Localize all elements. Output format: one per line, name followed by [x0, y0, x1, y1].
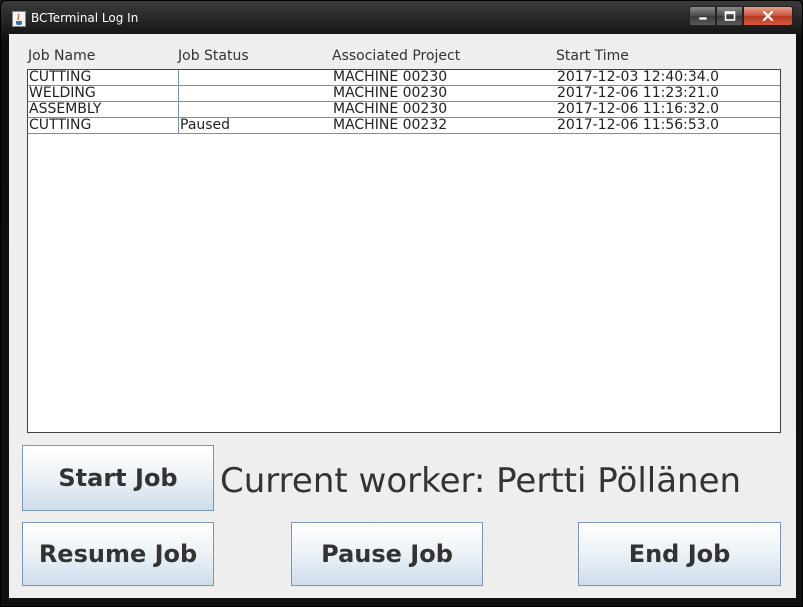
start-job-button[interactable]: Start Job — [22, 445, 214, 511]
content-panel: Job Name Job Status Associated Project S… — [9, 34, 796, 598]
current-worker-label: Current worker: Pertti Pöllänen — [220, 461, 742, 501]
cell-start-time: 2017-12-06 11:23:21.0 — [557, 86, 720, 101]
minimize-icon — [698, 16, 707, 21]
title-bar[interactable]: BCTerminal Log In — [1, 1, 802, 31]
cell-job-name: CUTTING — [28, 70, 179, 85]
cell-job-name: CUTTING — [28, 118, 179, 133]
table-header: Job Name Job Status Associated Project S… — [9, 34, 796, 68]
maximize-icon — [724, 11, 735, 21]
cell-start-time: 2017-12-06 11:16:32.0 — [557, 102, 720, 117]
jobs-table[interactable]: CUTTING MACHINE 00230 2017-12-03 12:40:3… — [27, 69, 781, 433]
window-controls — [689, 6, 793, 26]
window-title: BCTerminal Log In — [31, 11, 139, 25]
resume-job-button[interactable]: Resume Job — [22, 522, 214, 586]
cell-job-status — [179, 70, 332, 85]
cell-start-time: 2017-12-03 12:40:34.0 — [557, 70, 720, 85]
cell-associated-project: MACHINE 00230 — [333, 86, 448, 101]
pause-job-button[interactable]: Pause Job — [291, 522, 483, 586]
close-icon — [762, 11, 774, 21]
cell-associated-project: MACHINE 00232 — [333, 118, 448, 133]
cell-job-status — [179, 86, 332, 101]
cell-job-name: WELDING — [28, 86, 179, 101]
column-header-job-name[interactable]: Job Name — [28, 48, 95, 64]
table-row[interactable]: WELDING MACHINE 00230 2017-12-06 11:23:2… — [28, 86, 780, 102]
minimize-button[interactable] — [689, 6, 716, 26]
cell-job-status: Paused — [180, 118, 231, 133]
column-header-associated-project[interactable]: Associated Project — [332, 48, 460, 64]
cell-associated-project: MACHINE 00230 — [333, 102, 448, 117]
column-header-job-status[interactable]: Job Status — [178, 48, 249, 64]
cell-associated-project: MACHINE 00230 — [333, 70, 448, 85]
close-button[interactable] — [743, 6, 793, 26]
app-window: BCTerminal Log In Job Name Job Status As… — [0, 0, 803, 607]
maximize-button[interactable] — [716, 6, 743, 26]
end-job-button[interactable]: End Job — [578, 522, 781, 586]
table-row[interactable]: CUTTING MACHINE 00230 2017-12-03 12:40:3… — [28, 70, 780, 86]
table-row[interactable]: CUTTING Paused MACHINE 00232 2017-12-06 … — [28, 118, 780, 134]
java-coffee-cup-icon — [12, 11, 26, 27]
column-header-start-time[interactable]: Start Time — [556, 48, 629, 64]
table-row[interactable]: ASSEMBLY MACHINE 00230 2017-12-06 11:16:… — [28, 102, 780, 118]
cell-job-status — [179, 102, 332, 117]
cell-start-time: 2017-12-06 11:56:53.0 — [557, 118, 720, 133]
cell-job-name: ASSEMBLY — [28, 102, 179, 117]
